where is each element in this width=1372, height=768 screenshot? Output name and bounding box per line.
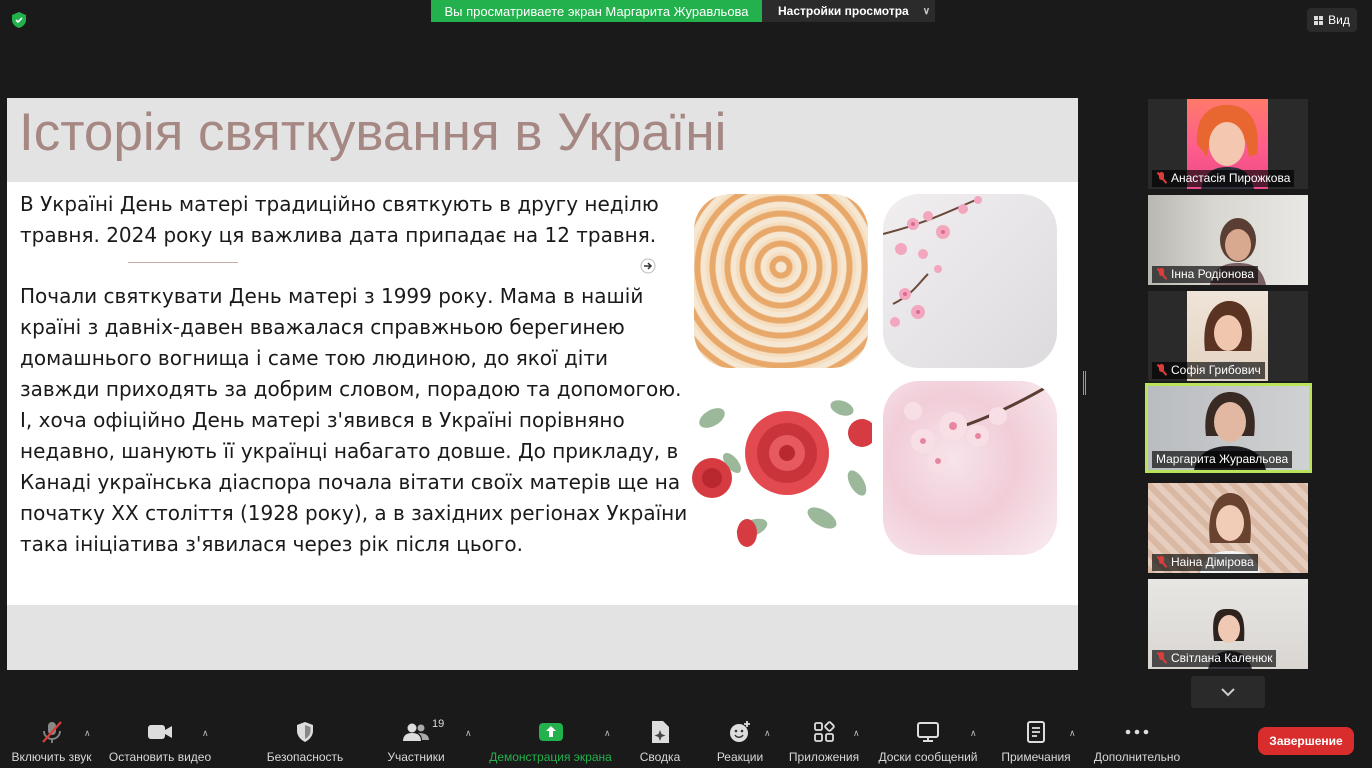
chevron-down-icon: ∨ bbox=[922, 5, 931, 17]
shield-icon bbox=[297, 722, 313, 742]
stop-video-button[interactable]: Остановить видео bbox=[108, 720, 212, 764]
mic-muted-icon bbox=[1156, 652, 1167, 664]
more-dots-icon bbox=[1125, 729, 1149, 735]
meeting-toolbar: Включить звук ∧ Остановить видео ∧ Безоп… bbox=[0, 712, 1372, 768]
panel-resize-handle[interactable] bbox=[1083, 371, 1086, 395]
notes-icon bbox=[1027, 721, 1045, 743]
whiteboards-button[interactable]: Доски сообщений bbox=[876, 720, 980, 764]
security-button[interactable]: Безопасность bbox=[265, 720, 345, 764]
apps-options-caret-icon[interactable]: ∧ bbox=[853, 728, 860, 739]
mic-muted-icon bbox=[1156, 364, 1167, 376]
whiteboards-label: Доски сообщений bbox=[878, 750, 978, 764]
reactions-options-caret-icon[interactable]: ∧ bbox=[764, 728, 771, 739]
participant-name: Світлана Каленюк bbox=[1171, 651, 1273, 665]
participant-name-tag: Софія Грибович bbox=[1152, 362, 1265, 379]
slide-paragraph-2: Почали святкувати День матері з 1999 рок… bbox=[20, 284, 688, 556]
more-participants-button[interactable] bbox=[1191, 676, 1265, 708]
mic-muted-icon bbox=[1156, 556, 1167, 568]
zoom-meeting-window: Вы просматриваете экран Маргарита Журавл… bbox=[0, 0, 1372, 768]
mic-muted-icon bbox=[1156, 268, 1167, 280]
apps-button[interactable]: Приложения bbox=[786, 720, 862, 764]
notes-button[interactable]: Примечания bbox=[999, 720, 1073, 764]
participant-tile[interactable]: Наіна Дімірова bbox=[1148, 483, 1308, 573]
participant-tile[interactable]: Світлана Каленюк bbox=[1148, 579, 1308, 669]
shared-screen-slide: Історія святкування в Україні В Україні … bbox=[7, 98, 1078, 670]
video-camera-icon bbox=[148, 725, 172, 739]
summary-icon bbox=[652, 721, 669, 743]
chevron-down-icon bbox=[1221, 688, 1235, 697]
participant-name-tag: Інна Родіонова bbox=[1152, 266, 1259, 283]
mic-off-icon bbox=[41, 721, 62, 743]
slide-divider bbox=[128, 262, 238, 263]
end-meeting-button[interactable]: Завершение bbox=[1258, 727, 1354, 755]
participant-name: Наіна Дімірова bbox=[1171, 555, 1254, 569]
share-screen-icon bbox=[538, 723, 563, 741]
whiteboard-icon bbox=[917, 722, 939, 742]
red-roses-image bbox=[692, 388, 872, 558]
share-screen-label: Демонстрация экрана bbox=[489, 750, 612, 764]
share-options-caret-icon[interactable]: ∧ bbox=[604, 728, 611, 739]
apps-label: Приложения bbox=[788, 750, 860, 764]
whiteboards-options-caret-icon[interactable]: ∧ bbox=[970, 728, 977, 739]
reactions-button[interactable]: Реакции bbox=[714, 720, 766, 764]
cherry-blossom-image-1 bbox=[883, 194, 1057, 368]
share-screen-button[interactable]: Демонстрация экрана bbox=[488, 720, 613, 764]
screen-share-banner: Вы просматриваете экран Маргарита Журавл… bbox=[431, 0, 762, 22]
notes-options-caret-icon[interactable]: ∧ bbox=[1069, 728, 1076, 739]
participant-name-tag: Наіна Дімірова bbox=[1152, 554, 1258, 571]
summary-button[interactable]: Сводка bbox=[636, 720, 684, 764]
reactions-label: Реакции bbox=[716, 750, 764, 764]
audio-options-caret-icon[interactable]: ∧ bbox=[84, 728, 91, 739]
participant-name-tag: Маргарита Журавльова bbox=[1152, 451, 1293, 468]
unmute-label: Включить звук bbox=[11, 750, 92, 764]
participant-name-tag: Світлана Каленюк bbox=[1152, 650, 1277, 667]
arrow-right-icon bbox=[640, 258, 656, 274]
participant-name: Анастасія Пирожкова bbox=[1171, 171, 1291, 185]
summary-label: Сводка bbox=[639, 750, 681, 764]
participants-count-badge: 19 bbox=[432, 718, 445, 730]
grid-view-icon bbox=[1314, 15, 1324, 25]
emoji-reaction-icon bbox=[730, 721, 750, 742]
notes-label: Примечания bbox=[1001, 750, 1071, 764]
more-button[interactable]: Дополнительно bbox=[1092, 720, 1182, 764]
mic-muted-icon bbox=[1156, 172, 1167, 184]
participants-options-caret-icon[interactable]: ∧ bbox=[465, 728, 472, 739]
participant-name: Маргарита Журавльова bbox=[1156, 452, 1289, 466]
apps-icon bbox=[814, 721, 835, 742]
participant-tile[interactable]: Інна Родіонова bbox=[1148, 195, 1308, 285]
participants-button[interactable]: 19 Участники bbox=[384, 718, 448, 764]
view-button-label: Вид bbox=[1328, 13, 1350, 27]
view-settings-dropdown[interactable]: Настройки просмотра ∨ bbox=[762, 0, 935, 22]
slide-paragraph-1: В Україні День матері традиційно святкую… bbox=[20, 192, 659, 247]
view-button[interactable]: Вид bbox=[1307, 8, 1357, 32]
security-label: Безопасность bbox=[266, 750, 344, 764]
participant-name: Інна Родіонова bbox=[1171, 267, 1255, 281]
view-settings-label: Настройки просмотра bbox=[778, 4, 909, 18]
active-speaker-tile[interactable]: Маргарита Журавльова bbox=[1145, 383, 1312, 473]
stop-video-label: Остановить видео bbox=[108, 750, 212, 764]
participants-icon bbox=[403, 723, 429, 741]
unmute-button[interactable]: Включить звук bbox=[8, 720, 95, 764]
participant-tile[interactable]: Анастасія Пирожкова bbox=[1148, 99, 1308, 189]
slide-title: Історія святкування в Україні bbox=[19, 103, 727, 162]
slide-footer-bar bbox=[7, 605, 1078, 670]
lace-image bbox=[694, 194, 868, 368]
participants-label: Участники bbox=[387, 750, 445, 764]
participant-tile[interactable]: Софія Грибович bbox=[1148, 291, 1308, 381]
participant-name-tag: Анастасія Пирожкова bbox=[1152, 170, 1295, 187]
encryption-shield-icon[interactable] bbox=[10, 11, 28, 29]
video-options-caret-icon[interactable]: ∧ bbox=[202, 728, 209, 739]
cherry-blossom-image-2 bbox=[883, 381, 1057, 555]
more-label: Дополнительно bbox=[1093, 750, 1181, 764]
participant-name: Софія Грибович bbox=[1171, 363, 1261, 377]
